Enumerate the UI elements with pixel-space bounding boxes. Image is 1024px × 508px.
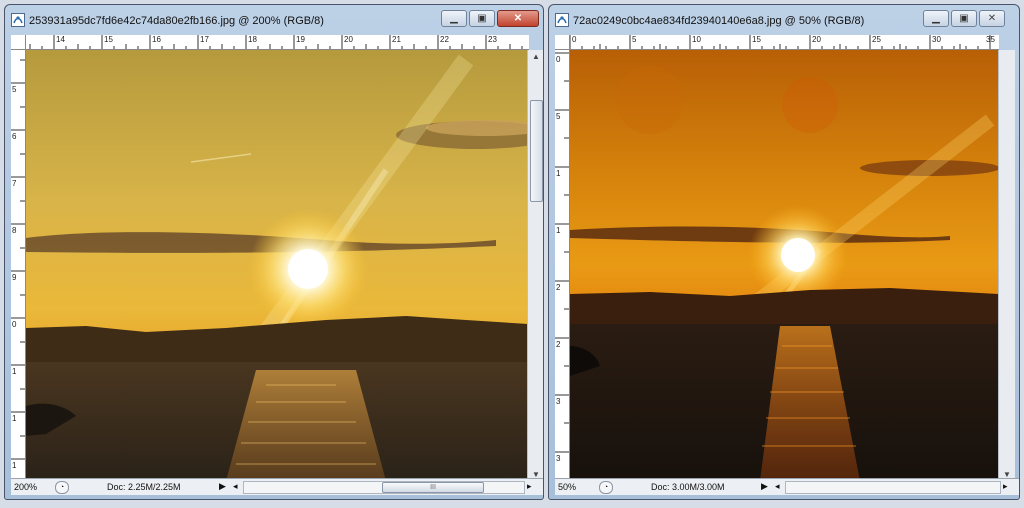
horizontal-scrollbar[interactable]: III [243,481,525,494]
horizontal-ruler[interactable]: 0 5 10 15 20 25 30 35 [570,35,999,50]
horizontal-ruler[interactable]: 14 15 16 17 18 19 20 21 22 23 [26,35,529,50]
status-info-icon[interactable]: ◔ [599,481,613,494]
ruler-tick-label: 18 [248,35,257,44]
ruler-tick-label: 2 [556,283,561,292]
document-window-2[interactable]: 72ac0249c0bc4ae834fd23940140e6a8.jpg @ 5… [548,4,1020,500]
window-title: 72ac0249c0bc4ae834fd23940140e6a8.jpg @ 5… [573,15,865,27]
document-window-1[interactable]: 253931a95dc7fd6e42c74da80e2fb166.jpg @ 2… [4,4,544,500]
status-bar: 50% ◔ Doc: 3.00M/3.00M ▶ ◂ ▸ [555,478,1019,495]
scroll-up-icon[interactable]: ▲ [532,52,540,61]
horizontal-scroll-thumb[interactable]: III [382,482,484,493]
status-menu-arrow-icon[interactable]: ▶ [219,481,226,492]
maximize-button[interactable]: ▣ [951,10,977,27]
status-bar: 200% ◔ Doc: 2.25M/2.25M ▶ ◂ III ▸ [11,478,543,495]
image-canvas[interactable] [26,50,528,481]
ruler-tick-label: 5 [12,85,17,94]
sunset-photo [570,50,998,481]
ruler-tick-label: 9 [12,273,17,282]
vertical-ruler[interactable]: 5 6 7 8 9 0 1 1 1 [11,50,26,481]
ruler-tick-label: 19 [296,35,305,44]
ruler-tick-label: 1 [12,414,17,423]
ruler-tick-label: 30 [932,35,941,44]
scroll-right-icon[interactable]: ▸ [1003,481,1008,492]
ruler-tick-label: 35 [986,35,995,44]
doc-size: Doc: 2.25M/2.25M [107,482,181,492]
scroll-right-icon[interactable]: ▸ [527,481,532,492]
status-menu-arrow-icon[interactable]: ▶ [761,481,768,492]
ruler-tick-label: 20 [812,35,821,44]
vertical-scrollbar[interactable]: ▼ [998,50,1015,481]
ruler-tick-label: 1 [556,169,561,178]
ruler-tick-label: 15 [104,35,113,44]
minimize-button[interactable]: ▁ [923,10,949,27]
scroll-left-icon[interactable]: ◂ [233,481,238,492]
ruler-tick-label: 10 [692,35,701,44]
close-icon: ✕ [987,13,997,24]
ruler-tick-label: 0 [572,35,577,44]
minimize-button[interactable]: ▁ [441,10,467,27]
photoshop-doc-icon [555,13,569,27]
close-button[interactable]: ✕ [979,10,1005,27]
window-title: 253931a95dc7fd6e42c74da80e2fb166.jpg @ 2… [29,15,324,27]
maximize-icon: ▣ [477,13,487,24]
ruler-tick-label: 22 [440,35,449,44]
ruler-tick-label: 3 [556,454,561,463]
scroll-left-icon[interactable]: ◂ [775,481,780,492]
vertical-scrollbar[interactable]: ▲ ▼ [527,50,543,481]
ruler-tick-label: 17 [200,35,209,44]
minimize-icon: ▁ [932,13,940,24]
scroll-grip: III [430,484,436,491]
status-info-icon[interactable]: ◔ [55,481,69,494]
maximize-button[interactable]: ▣ [469,10,495,27]
close-button[interactable]: ✕ [497,10,539,27]
ruler-tick-label: 0 [556,55,561,64]
minimize-icon: ▁ [450,13,458,24]
vertical-ruler[interactable]: 0 5 1 1 2 2 3 3 [555,50,570,481]
ruler-corner[interactable] [11,35,26,50]
title-bar[interactable]: 253931a95dc7fd6e42c74da80e2fb166.jpg @ 2… [5,5,543,35]
ruler-tick-label: 3 [556,397,561,406]
ruler-corner[interactable] [555,35,570,50]
ruler-tick-label: 16 [152,35,161,44]
ruler-tick-label: 23 [488,35,497,44]
ruler-tick-label: 21 [392,35,401,44]
close-icon: ✕ [513,13,523,24]
maximize-icon: ▣ [959,13,969,24]
ruler-tick-label: 1 [12,367,17,376]
ruler-tick-label: 1 [12,461,17,470]
vertical-scroll-thumb[interactable] [530,100,543,202]
ruler-tick-label: 25 [872,35,881,44]
title-bar[interactable]: 72ac0249c0bc4ae834fd23940140e6a8.jpg @ 5… [549,5,1019,35]
ruler-tick-label: 20 [344,35,353,44]
ruler-tick-label: 7 [12,179,17,188]
zoom-level[interactable]: 50% [558,482,576,492]
image-canvas[interactable] [570,50,998,481]
zoom-level[interactable]: 200% [14,482,37,492]
ruler-tick-label: 2 [556,340,561,349]
sunset-photo [26,50,528,481]
ruler-tick-label: 14 [56,35,65,44]
ruler-tick-label: 5 [556,112,561,121]
doc-size: Doc: 3.00M/3.00M [651,482,725,492]
photoshop-doc-icon [11,13,25,27]
horizontal-scrollbar[interactable] [785,481,1001,494]
ruler-tick-label: 5 [632,35,637,44]
ruler-tick-label: 0 [12,320,17,329]
ruler-tick-label: 8 [12,226,17,235]
ruler-tick-label: 15 [752,35,761,44]
ruler-tick-label: 1 [556,226,561,235]
ruler-tick-label: 6 [12,132,17,141]
